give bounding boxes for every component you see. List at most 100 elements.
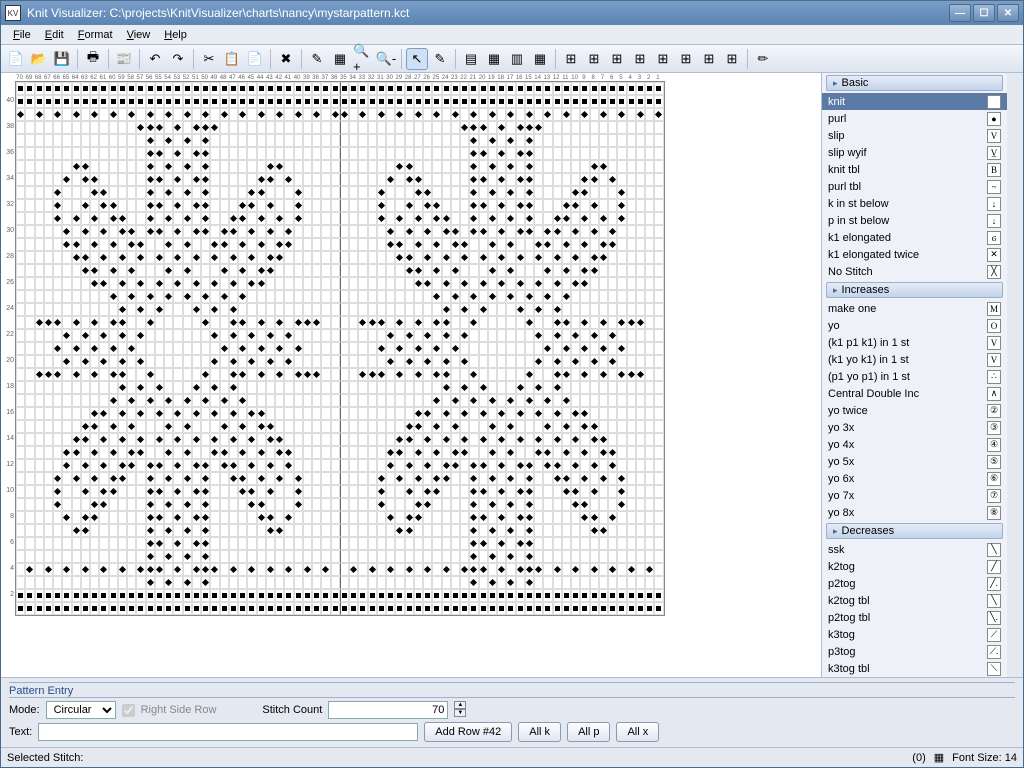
delete-icon[interactable]: ✖: [275, 48, 297, 70]
stitch-p3tog[interactable]: p3tog⟋.: [822, 643, 1007, 660]
stitch-purl[interactable]: purl●: [822, 110, 1007, 127]
stitch-(k1-p1-k1)-in-1-st[interactable]: (k1 p1 k1) in 1 stV: [822, 334, 1007, 351]
grid6-icon[interactable]: ⊞: [583, 48, 605, 70]
undo-icon[interactable]: ↶: [144, 48, 166, 70]
grid11-icon[interactable]: ⊞: [698, 48, 720, 70]
all-p-button[interactable]: All p: [567, 722, 610, 742]
zoom-out-icon[interactable]: 🔍-: [375, 48, 397, 70]
align-right-icon[interactable]: ▥: [506, 48, 528, 70]
stitch-k-in-st-below[interactable]: k in st below↓: [822, 195, 1007, 212]
open-icon[interactable]: 📂: [28, 48, 50, 70]
fill-icon[interactable]: ▦: [329, 48, 351, 70]
stitch-label: k2tog: [828, 561, 987, 573]
highlight-icon[interactable]: ✎: [429, 48, 451, 70]
stitch-ssk[interactable]: ssk╲: [822, 541, 1007, 558]
stitch-k3tog[interactable]: k3tog⟋: [822, 626, 1007, 643]
redo-icon[interactable]: ↷: [167, 48, 189, 70]
stitch-k3tog-tbl[interactable]: k3tog tbl⟍: [822, 660, 1007, 677]
draw-icon[interactable]: ✏: [752, 48, 774, 70]
stitch-symbol: ✕: [987, 248, 1001, 262]
pencil-icon[interactable]: ✎: [306, 48, 328, 70]
menu-format[interactable]: Format: [72, 28, 119, 42]
stitch-slip-wyif[interactable]: slip wyifV̲: [822, 144, 1007, 161]
align-left-icon[interactable]: ▤: [460, 48, 482, 70]
stitch-central-double-inc[interactable]: Central Double Inc∧: [822, 385, 1007, 402]
selected-stitch-label: Selected Stitch:: [7, 752, 83, 764]
add-row-button[interactable]: Add Row #42: [424, 722, 512, 742]
stitch-knit-tbl[interactable]: knit tblB: [822, 161, 1007, 178]
all-x-button[interactable]: All x: [616, 722, 659, 742]
grid9-icon[interactable]: ⊞: [652, 48, 674, 70]
section-basic[interactable]: Basic: [826, 75, 1003, 91]
close-button[interactable]: ✕: [997, 4, 1019, 22]
minimize-button[interactable]: —: [949, 4, 971, 22]
stitch-label: k in st below: [828, 198, 987, 210]
select-icon[interactable]: ↖: [406, 48, 428, 70]
section-increases[interactable]: Increases: [826, 282, 1003, 298]
chart-area[interactable]: 7069686766656463626160595857565554535251…: [1, 73, 821, 677]
chart-grid[interactable]: [15, 81, 665, 616]
section-decreases[interactable]: Decreases: [826, 523, 1003, 539]
stitch-purl-tbl[interactable]: purl tbl~: [822, 178, 1007, 195]
print-icon[interactable]: 🖶: [82, 48, 104, 70]
stitch-yo-6x[interactable]: yo 6x⑥: [822, 470, 1007, 487]
stitch-(p1-yo-p1)-in-1-st[interactable]: (p1 yo p1) in 1 st∴: [822, 368, 1007, 385]
app-icon: KV: [5, 5, 21, 21]
stitch-count-input[interactable]: [328, 701, 448, 719]
stitch-(k1-yo-k1)-in-1-st[interactable]: (k1 yo k1) in 1 stV: [822, 351, 1007, 368]
stitch-k2tog-tbl[interactable]: k2tog tbl╲: [822, 592, 1007, 609]
pattern-text-input[interactable]: [38, 723, 418, 741]
zoom-in-icon[interactable]: 🔍+: [352, 48, 374, 70]
grid12-icon[interactable]: ⊞: [721, 48, 743, 70]
cut-icon[interactable]: ✂: [198, 48, 220, 70]
stitch-p2tog[interactable]: p2tog╱.: [822, 575, 1007, 592]
stitch-symbol: ╳: [987, 265, 1001, 279]
grid10-icon[interactable]: ⊞: [675, 48, 697, 70]
stitch-p-in-st-below[interactable]: p in st below↓: [822, 212, 1007, 229]
stitch-k2tog[interactable]: k2tog╱: [822, 558, 1007, 575]
stitch-yo-twice[interactable]: yo twice②: [822, 402, 1007, 419]
align-center-icon[interactable]: ▦: [483, 48, 505, 70]
stitch-k1-elongated-twice[interactable]: k1 elongated twice✕: [822, 246, 1007, 263]
grid4-icon[interactable]: ▦: [529, 48, 551, 70]
stitch-symbol: ②: [987, 404, 1001, 418]
copy-icon[interactable]: 📋: [221, 48, 243, 70]
menu-file[interactable]: File: [7, 28, 37, 42]
stitch-label: (p1 yo p1) in 1 st: [828, 371, 987, 383]
grid7-icon[interactable]: ⊞: [606, 48, 628, 70]
stitch-p2tog-tbl[interactable]: p2tog tbl╲.: [822, 609, 1007, 626]
paste-icon[interactable]: 📄: [244, 48, 266, 70]
stitch-yo-4x[interactable]: yo 4x④: [822, 436, 1007, 453]
menu-help[interactable]: Help: [158, 28, 193, 42]
stitch-label: p in st below: [828, 215, 987, 227]
stitch-symbol: ⑥: [987, 472, 1001, 486]
stitch-k1-elongated[interactable]: k1 elongatedϭ: [822, 229, 1007, 246]
all-k-button[interactable]: All k: [518, 722, 561, 742]
stitch-label: yo 6x: [828, 473, 987, 485]
stitch-yo[interactable]: yoO: [822, 317, 1007, 334]
new-icon[interactable]: 📄: [5, 48, 27, 70]
stitch-yo-8x[interactable]: yo 8x⑧: [822, 504, 1007, 521]
stitch-yo-3x[interactable]: yo 3x③: [822, 419, 1007, 436]
maximize-button[interactable]: ☐: [973, 4, 995, 22]
page-setup-icon[interactable]: 📰: [113, 48, 135, 70]
coord-display: (0): [912, 752, 925, 764]
stitch-yo-5x[interactable]: yo 5x⑤: [822, 453, 1007, 470]
palette-scrollbar[interactable]: [1007, 73, 1023, 677]
stitch-count-up[interactable]: ▲: [454, 701, 466, 709]
menu-view[interactable]: View: [121, 28, 157, 42]
stitch-slip[interactable]: slipV: [822, 127, 1007, 144]
right-side-row-label: Right Side Row: [141, 704, 217, 716]
save-icon[interactable]: 💾: [51, 48, 73, 70]
stitch-knit[interactable]: knit: [822, 93, 1007, 110]
stitch-count-down[interactable]: ▼: [454, 709, 466, 717]
stitch-yo-7x[interactable]: yo 7x⑦: [822, 487, 1007, 504]
stitch-make-one[interactable]: make oneM: [822, 300, 1007, 317]
stitch-label: yo 8x: [828, 507, 987, 519]
grid5-icon[interactable]: ⊞: [560, 48, 582, 70]
stitch-symbol: M: [987, 302, 1001, 316]
mode-select[interactable]: CircularFlat: [46, 701, 116, 719]
menu-edit[interactable]: Edit: [39, 28, 70, 42]
stitch-no-stitch[interactable]: No Stitch╳: [822, 263, 1007, 280]
grid8-icon[interactable]: ⊞: [629, 48, 651, 70]
